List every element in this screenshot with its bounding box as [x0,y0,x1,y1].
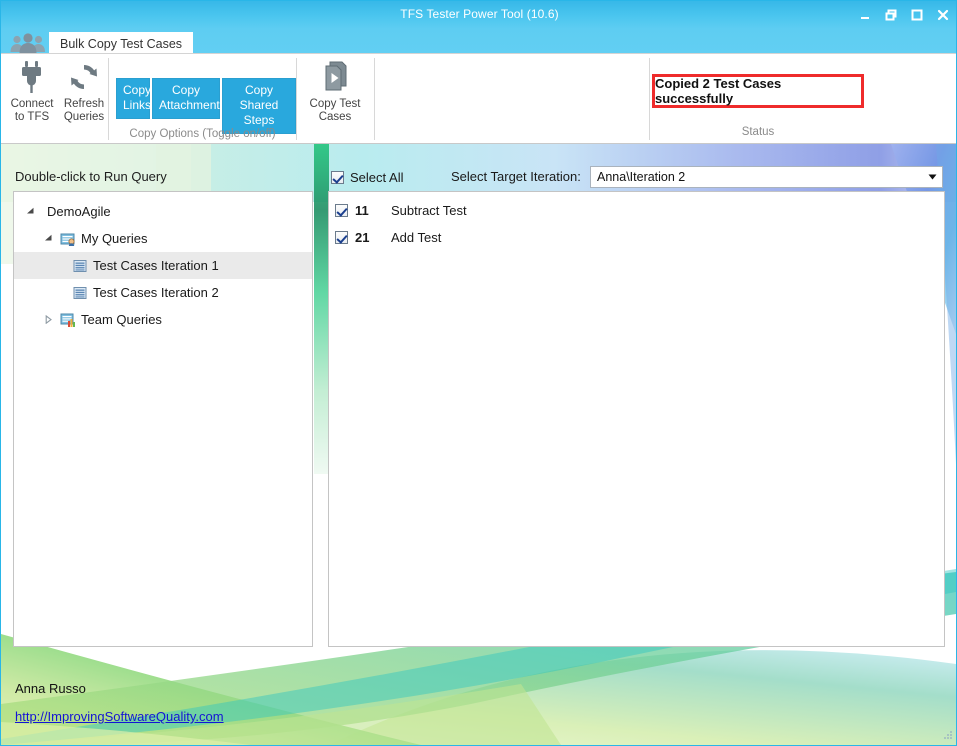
copy-test-cases-label-1: Copy Test [304,98,366,111]
author-name: Anna Russo [15,681,86,696]
tree-item-label: DemoAgile [47,204,117,219]
website-link[interactable]: http://ImprovingSoftwareQuality.com [15,709,224,724]
test-case-checkbox[interactable] [335,231,348,244]
ribbon: Connect to TFS Refresh Queries [1,53,957,144]
ribbon-separator [296,58,297,140]
tree-item-label: Test Cases Iteration 1 [93,258,225,273]
target-iteration-label: Select Target Iteration: [451,169,581,184]
refresh-queries-label-1: Refresh [55,98,113,111]
connect-to-tfs-button[interactable]: Connect to TFS [3,58,61,124]
tree-item-team-queries[interactable]: Team Queries [14,306,312,333]
test-cases-list[interactable]: 11 Subtract Test 21 Add Test [328,191,945,647]
status-badge: Copied 2 Test Cases successfully [652,74,864,108]
test-case-id: 11 [355,203,385,218]
window-controls [858,1,950,29]
query-tree: DemoAgile My Queries [14,192,312,333]
team-queries-folder-icon [60,312,76,328]
copy-options-group: Copy Options (Toggle on/off) [109,54,296,143]
list-item[interactable]: 21 Add Test [329,224,944,251]
status-group-label: Status [652,126,864,138]
tree-item-label: My Queries [81,231,153,246]
copy-pages-icon [304,58,366,96]
ribbon-separator [374,58,375,140]
test-case-id: 21 [355,230,385,245]
chevron-down-icon[interactable] [922,174,942,180]
tree-item-test-cases-iteration-1[interactable]: Test Cases Iteration 1 [14,252,312,279]
select-all-label: Select All [350,170,403,185]
refresh-queries-button[interactable]: Refresh Queries [55,58,113,124]
query-tree-panel[interactable]: DemoAgile My Queries [13,191,313,647]
select-all-checkbox[interactable] [331,171,344,184]
minimize-icon[interactable] [858,8,872,22]
test-case-checkbox[interactable] [335,204,348,217]
restore-icon[interactable] [884,8,898,22]
tab-label: Bulk Copy Test Cases [60,37,182,51]
query-icon [72,258,88,274]
plug-icon [3,58,61,96]
query-icon [72,285,88,301]
query-hint-label: Double-click to Run Query [15,169,167,184]
tree-item-label: Team Queries [81,312,168,327]
list-item[interactable]: 11 Subtract Test [329,197,944,224]
window-title: TFS Tester Power Tool (10.6) [1,7,957,21]
close-icon[interactable] [936,8,950,22]
connect-to-tfs-label-2: to TFS [3,111,61,124]
refresh-icon [55,58,113,96]
test-case-title: Subtract Test [391,203,467,218]
refresh-queries-label-2: Queries [55,111,113,124]
people-icon [9,33,47,53]
status-message: Copied 2 Test Cases successfully [655,76,861,106]
tree-item-demoagile[interactable]: DemoAgile [14,198,312,225]
expander-expanded-icon[interactable] [40,234,56,243]
application-window: TFS Tester Power Tool (10.6) [0,0,957,746]
select-all-row[interactable]: Select All [331,170,403,185]
copy-options-group-label: Copy Options (Toggle on/off) [109,128,296,140]
ribbon-separator [649,58,650,140]
test-case-title: Add Test [391,230,441,245]
target-iteration-value: Anna\Iteration 2 [591,170,922,184]
resize-grip[interactable] [939,728,953,742]
expander-collapsed-icon[interactable] [40,315,56,324]
copy-test-cases-label-2: Cases [304,111,366,124]
ribbon-tab-strip: Bulk Copy Test Cases [1,29,957,54]
target-iteration-select[interactable]: Anna\Iteration 2 [590,166,943,188]
tree-item-test-cases-iteration-2[interactable]: Test Cases Iteration 2 [14,279,312,306]
connect-to-tfs-label-1: Connect [3,98,61,111]
copy-test-cases-button[interactable]: Copy Test Cases [304,58,366,124]
tab-bulk-copy-test-cases[interactable]: Bulk Copy Test Cases [49,32,193,55]
title-bar: TFS Tester Power Tool (10.6) [1,1,957,29]
tree-item-my-queries[interactable]: My Queries [14,225,312,252]
expander-expanded-icon[interactable] [22,207,38,216]
my-queries-folder-icon [60,231,76,247]
tree-item-label: Test Cases Iteration 2 [93,285,225,300]
maximize-icon[interactable] [910,8,924,22]
